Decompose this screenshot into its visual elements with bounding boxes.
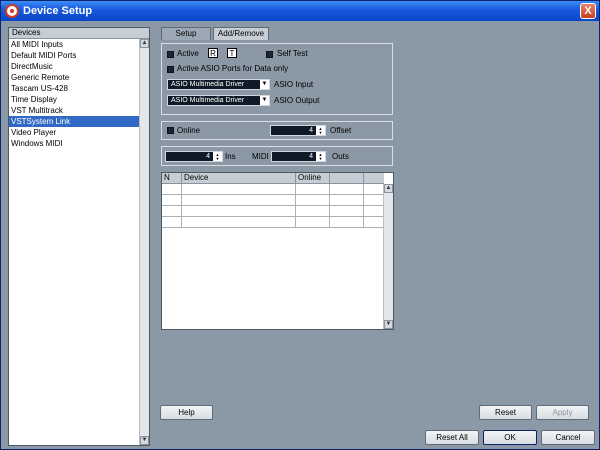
title-bar[interactable]: Device Setup X: [1, 1, 599, 21]
t-toggle[interactable]: T: [227, 48, 237, 58]
asio-input-value: ASIO Multimedia Driver: [171, 81, 245, 88]
tab-add-remove[interactable]: Add/Remove: [213, 27, 269, 40]
ins-label: Ins: [225, 152, 236, 161]
spin-down-icon[interactable]: ▼: [316, 156, 325, 161]
asio-input-label: ASIO Input: [274, 80, 314, 89]
table-cell: [182, 184, 296, 195]
outs-value: 4: [309, 153, 313, 160]
offset-label: Offset: [330, 126, 352, 135]
table-cell: [182, 206, 296, 217]
chevron-down-icon: ▼: [260, 96, 269, 105]
table-row[interactable]: [162, 184, 384, 195]
offset-value: 4: [309, 127, 313, 134]
column-extra[interactable]: [330, 173, 364, 184]
sidebar-item-windows-midi[interactable]: Windows MIDI: [9, 138, 149, 149]
device-list: Devices All MIDI Inputs Default MIDI Port…: [8, 27, 150, 446]
self-test-checkbox[interactable]: [266, 51, 273, 58]
apply-button[interactable]: Apply: [536, 405, 589, 420]
cancel-button[interactable]: Cancel: [541, 430, 595, 445]
outs-stepper[interactable]: 4 ▲ ▼: [271, 151, 326, 162]
device-setup-window: Device Setup X Devices All MIDI Inputs De…: [0, 0, 600, 450]
ok-button[interactable]: OK: [483, 430, 537, 445]
asio-output-value: ASIO Multimedia Driver: [171, 97, 245, 104]
table-row[interactable]: [162, 217, 384, 228]
column-device[interactable]: Device: [182, 173, 296, 184]
sidebar-item-all-midi-inputs[interactable]: All MIDI Inputs: [9, 39, 149, 50]
online-label: Online: [177, 126, 201, 135]
midi-ports-group: 4 ▲ ▼ Ins MIDI 4 ▲ ▼ Outs: [161, 146, 393, 166]
column-online[interactable]: Online: [296, 173, 330, 184]
asio-input-select[interactable]: ASIO Multimedia Driver ▼: [167, 79, 270, 90]
asio-group: Active R T Self Test Active ASIO Ports f…: [161, 43, 393, 115]
device-list-scrollbar[interactable]: ▲ ▼: [139, 39, 149, 445]
scroll-down-icon[interactable]: ▼: [384, 320, 393, 329]
table-cell: [296, 217, 330, 228]
table-row[interactable]: [162, 206, 384, 217]
sidebar-item-tascam-us-428[interactable]: Tascam US-428: [9, 83, 149, 94]
column-n[interactable]: N: [162, 173, 182, 184]
device-list-items: All MIDI Inputs Default MIDI Ports DirectM…: [9, 39, 149, 149]
asio-ports-label: Active ASIO Ports for Data only: [177, 64, 289, 73]
sidebar-item-time-display[interactable]: Time Display: [9, 94, 149, 105]
ins-value: 4: [206, 153, 210, 160]
asio-output-select[interactable]: ASIO Multimedia Driver ▼: [167, 95, 270, 106]
window-title: Device Setup: [23, 5, 93, 17]
help-button[interactable]: Help: [160, 405, 213, 420]
sidebar-item-directmusic[interactable]: DirectMusic: [9, 61, 149, 72]
scroll-down-icon[interactable]: ▼: [140, 436, 149, 445]
table-cell: [162, 206, 182, 217]
table-cell: [296, 206, 330, 217]
self-test-label: Self Test: [277, 49, 308, 58]
table-cell: [330, 217, 364, 228]
table-cell: [162, 184, 182, 195]
sidebar-item-generic-remote[interactable]: Generic Remote: [9, 72, 149, 83]
table-cell: [330, 184, 364, 195]
reset-button[interactable]: Reset: [479, 405, 532, 420]
sidebar-item-video-player[interactable]: Video Player: [9, 127, 149, 138]
online-group: Online 4 ▲ ▼ Offset: [161, 121, 393, 140]
ins-stepper[interactable]: 4 ▲ ▼: [165, 151, 223, 162]
table-header: N Device Online: [162, 173, 384, 184]
table-row[interactable]: [162, 195, 384, 206]
cubase-logo-icon: [5, 4, 19, 18]
table-scrollbar[interactable]: ▲ ▼: [383, 184, 393, 329]
tab-setup[interactable]: Setup: [161, 27, 211, 40]
sidebar-item-vst-multitrack[interactable]: VST Multitrack: [9, 105, 149, 116]
asio-ports-checkbox[interactable]: [167, 66, 174, 73]
active-checkbox[interactable]: [167, 51, 174, 58]
table-cell: [330, 195, 364, 206]
device-list-header: Devices: [9, 28, 149, 39]
r-toggle[interactable]: R: [208, 48, 218, 58]
table-cell: [296, 184, 330, 195]
reset-all-button[interactable]: Reset All: [425, 430, 479, 445]
spin-down-icon[interactable]: ▼: [316, 130, 325, 135]
spin-down-icon[interactable]: ▼: [213, 156, 222, 161]
scroll-up-icon[interactable]: ▲: [140, 39, 149, 48]
chevron-down-icon: ▼: [260, 80, 269, 89]
table-cell: [162, 217, 182, 228]
offset-stepper[interactable]: 4 ▲ ▼: [270, 125, 326, 136]
close-button[interactable]: X: [580, 3, 596, 19]
scroll-up-icon[interactable]: ▲: [384, 184, 393, 193]
outs-label: Outs: [332, 152, 349, 161]
table-cell: [182, 217, 296, 228]
table-cell: [296, 195, 330, 206]
device-table: N Device Online ▲ ▼: [161, 172, 394, 330]
table-cell: [182, 195, 296, 206]
online-checkbox[interactable]: [167, 127, 174, 134]
active-label: Active: [177, 49, 199, 58]
table-cell: [330, 206, 364, 217]
table-cell: [162, 195, 182, 206]
sidebar-item-vstsystem-link[interactable]: VSTSystem Link: [9, 116, 149, 127]
asio-output-label: ASIO Output: [274, 96, 320, 105]
midi-label: MIDI: [252, 152, 269, 161]
sidebar-item-default-midi-ports[interactable]: Default MIDI Ports: [9, 50, 149, 61]
